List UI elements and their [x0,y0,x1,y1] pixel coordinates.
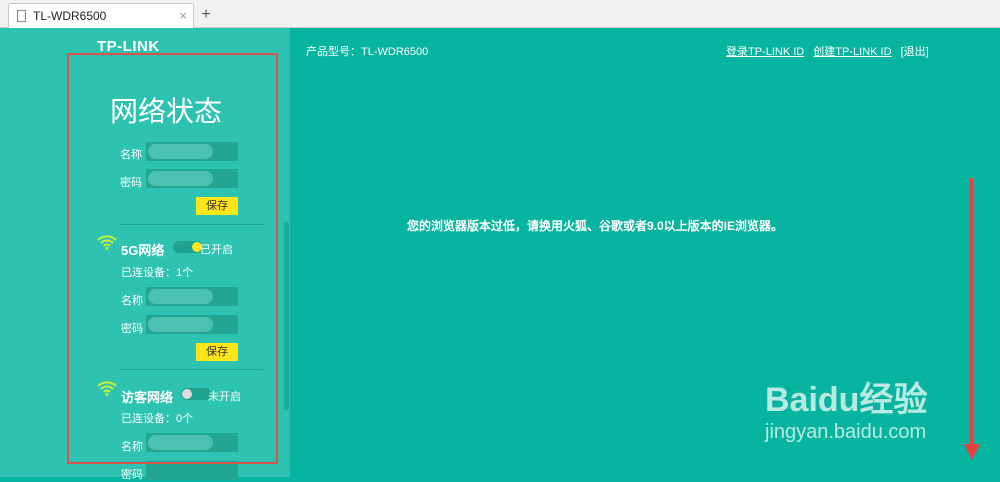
logout-link[interactable]: [退出] [901,46,929,58]
arrow-head-icon [964,444,980,460]
product-model: 产品型号：TL-WDR6500 [306,46,429,58]
document-icon [17,10,26,22]
login-link[interactable]: 登录TP-LINK ID [726,46,804,58]
baidu-url: jingyan.baidu.com [765,421,927,443]
tab-title: TL-WDR6500 [33,9,107,23]
guest-password-label: 密码 [121,469,143,481]
baidu-logo: Baidu经验 [765,381,928,419]
sidebar-scrollbar[interactable] [284,222,289,410]
browser-tab-bar: TL-WDR6500 × + [0,0,1000,28]
new-tab-button[interactable]: + [196,5,216,25]
create-id-link[interactable]: 创建TP-LINK ID [813,46,891,58]
close-tab-icon[interactable]: × [179,8,187,23]
baidu-watermark: Baidu经验 jingyan.baidu.com [765,372,927,444]
highlight-box [67,53,278,464]
browser-warning: 您的浏览器版本过低，请换用火狐、谷歌或者9.0以上版本的IE浏览器。 [407,219,784,233]
red-arrow [970,178,973,448]
browser-tab[interactable]: TL-WDR6500 × [8,3,194,28]
